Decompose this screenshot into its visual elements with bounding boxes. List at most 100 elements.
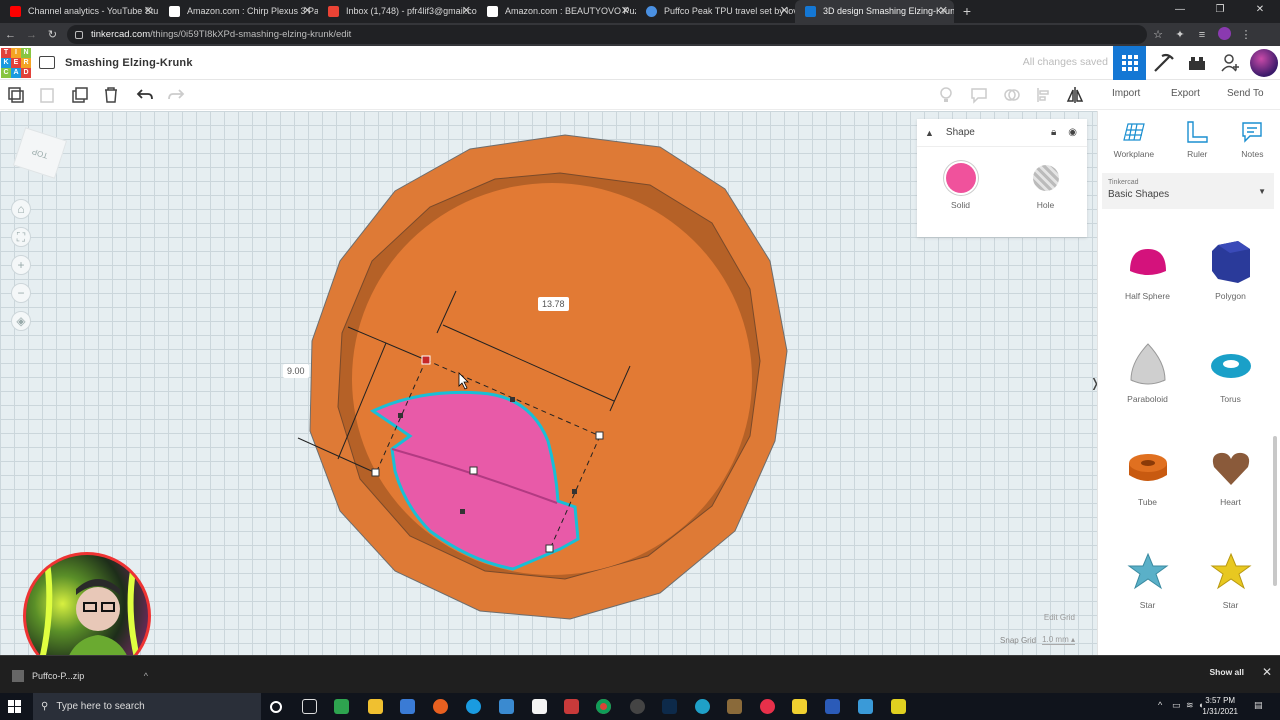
duplicate-icon[interactable] [71, 86, 89, 104]
cricut-icon[interactable] [695, 699, 710, 714]
close-icon[interactable]: ✕ [1262, 665, 1272, 679]
shape-heart[interactable]: Heart [1189, 445, 1272, 548]
design-menu-icon[interactable] [39, 56, 55, 69]
store-icon[interactable] [400, 699, 415, 714]
close-tab-icon[interactable]: ✕ [462, 0, 471, 23]
close-window-icon[interactable]: ✕ [1240, 0, 1280, 20]
new-tab-button[interactable]: + [954, 0, 980, 23]
browser-tab-tinkercad[interactable]: 3D design Smashing Elzing-Krun ✕ [795, 0, 954, 23]
notification-icon[interactable]: ▤ [1254, 700, 1263, 711]
bookmark-star-icon[interactable]: ☆ [1147, 28, 1169, 41]
collapse-inspector-icon[interactable]: ▲ [925, 128, 934, 138]
close-tab-icon[interactable]: ✕ [939, 0, 948, 23]
show-all-button[interactable]: Show all [1210, 667, 1244, 677]
app-icon[interactable] [564, 699, 579, 714]
blocks-button[interactable] [1147, 46, 1180, 80]
align-icon[interactable] [1035, 86, 1053, 104]
redo-icon[interactable] [167, 86, 185, 104]
network-icon[interactable]: ▭ [1172, 700, 1181, 711]
taskbar-search[interactable]: ⚲ Type here to search [33, 693, 261, 720]
cortana-icon[interactable] [270, 701, 282, 713]
export-button[interactable]: Export [1171, 88, 1200, 99]
delete-icon[interactable] [102, 86, 120, 104]
sticky-notes-icon[interactable] [792, 699, 807, 714]
midpoint-handle[interactable] [460, 509, 465, 514]
close-tab-icon[interactable]: ✕ [621, 0, 630, 23]
shape-star-yellow[interactable]: Star [1189, 548, 1272, 651]
midpoint-handle[interactable] [398, 413, 403, 418]
user-avatar[interactable] [1247, 46, 1280, 80]
wifi-icon[interactable]: ≋ [1186, 700, 1194, 711]
chrome-menu-icon[interactable]: ⋮ [1235, 28, 1257, 41]
resize-handle[interactable] [371, 468, 380, 477]
shape-paraboloid[interactable]: Paraboloid [1106, 342, 1189, 445]
system-clock[interactable]: 3:57 PM 1/31/2021 [1202, 695, 1238, 717]
resize-handle[interactable] [545, 544, 554, 553]
notes-tool[interactable]: Notes [1240, 120, 1264, 169]
shape-torus[interactable]: Torus [1189, 342, 1272, 445]
browser-tab-amazon-chirp[interactable]: Amazon.com : Chirp Plexus 3 Pa ✕ [159, 0, 318, 23]
send-to-button[interactable]: Send To [1227, 88, 1264, 99]
hole-swatch[interactable] [1032, 165, 1059, 191]
width-dimension-label[interactable]: 9.00 [283, 364, 309, 378]
project-title[interactable]: Smashing Elzing-Krunk [65, 57, 193, 69]
snap-grid-select[interactable]: 1.0 mm ▴ [1042, 635, 1075, 645]
address-bar[interactable]: tinkercad.com /things/0i59TI8kXPd-smashi… [67, 25, 1147, 44]
edge-icon[interactable] [466, 699, 481, 714]
tinkercad-logo[interactable]: T I N K E R C A D [1, 47, 31, 78]
minimize-icon[interactable]: — [1160, 0, 1200, 20]
import-button[interactable]: Import [1112, 88, 1140, 99]
reload-icon[interactable]: ↻ [42, 28, 63, 41]
app-icon[interactable] [727, 699, 742, 714]
lock-icon[interactable]: 🔒︎ [1051, 127, 1056, 138]
resize-handle[interactable] [595, 431, 604, 440]
lightbulb-icon[interactable] [937, 86, 955, 104]
back-icon[interactable]: ← [0, 29, 21, 41]
ruler-tool[interactable]: Ruler [1185, 120, 1209, 169]
photoshop-icon[interactable] [662, 699, 677, 714]
midpoint-handle[interactable] [510, 397, 515, 402]
rotation-handle[interactable] [421, 355, 431, 365]
shape-polygon[interactable]: Polygon [1189, 239, 1272, 342]
edit-grid-button[interactable]: Edit Grid [1044, 613, 1075, 622]
app-icon[interactable] [630, 699, 645, 714]
firefox-icon[interactable] [433, 699, 448, 714]
forward-icon[interactable]: → [21, 29, 42, 41]
media-player-icon[interactable] [760, 699, 775, 714]
download-item[interactable]: Puffco-P...zip ^ [12, 666, 152, 686]
solid-option[interactable]: Solid [945, 163, 976, 210]
shape-tube[interactable]: Tube [1106, 445, 1189, 548]
browser-tab-gmail[interactable]: Inbox (1,748) - pfr4lif3@gmail.co ✕ [318, 0, 477, 23]
word-icon[interactable] [825, 699, 840, 714]
app-icon[interactable] [891, 699, 906, 714]
3d-view-button[interactable] [1113, 46, 1146, 80]
speech-bubble-icon[interactable] [970, 86, 988, 104]
visibility-bulb-icon[interactable]: ◉ [1068, 127, 1077, 138]
resize-handle[interactable] [469, 466, 478, 475]
browser-tab-puffco[interactable]: Puffco Peak TPU travel set by lov ✕ [636, 0, 795, 23]
reading-list-icon[interactable]: ≡ [1191, 29, 1213, 41]
tray-expand-icon[interactable]: ^ [1158, 700, 1162, 710]
undo-icon[interactable] [136, 86, 154, 104]
extensions-icon[interactable]: ✦ [1169, 28, 1191, 41]
chevron-up-icon[interactable]: ^ [144, 666, 148, 686]
paste-icon[interactable] [38, 86, 56, 104]
bricks-button[interactable] [1180, 46, 1213, 80]
midpoint-handle[interactable] [572, 489, 577, 494]
mail-icon[interactable] [499, 699, 514, 714]
shape-library-select[interactable]: Tinkercad Basic Shapes ▼ [1102, 173, 1274, 209]
mirror-icon[interactable] [1066, 86, 1084, 104]
panel-scrollbar[interactable] [1273, 436, 1277, 586]
new-shape-icon[interactable] [7, 86, 25, 104]
shape-star-blue[interactable]: Star [1106, 548, 1189, 651]
shape-half-sphere[interactable]: Half Sphere [1106, 239, 1189, 342]
close-tab-icon[interactable]: ✕ [780, 0, 789, 23]
length-dimension-label[interactable]: 13.78 [538, 297, 569, 311]
hole-option[interactable]: Hole [1032, 163, 1059, 210]
pdf-app-icon[interactable] [334, 699, 349, 714]
browser-tab-amazon-beautyovo[interactable]: Amazon.com : BEAUTYOVO Puz ✕ [477, 0, 636, 23]
group-icon[interactable] [1003, 86, 1021, 104]
task-view-icon[interactable] [302, 699, 317, 714]
photos-icon[interactable] [858, 699, 873, 714]
browser-tab-youtube[interactable]: Channel analytics - YouTube Stu ✕ [0, 0, 159, 23]
